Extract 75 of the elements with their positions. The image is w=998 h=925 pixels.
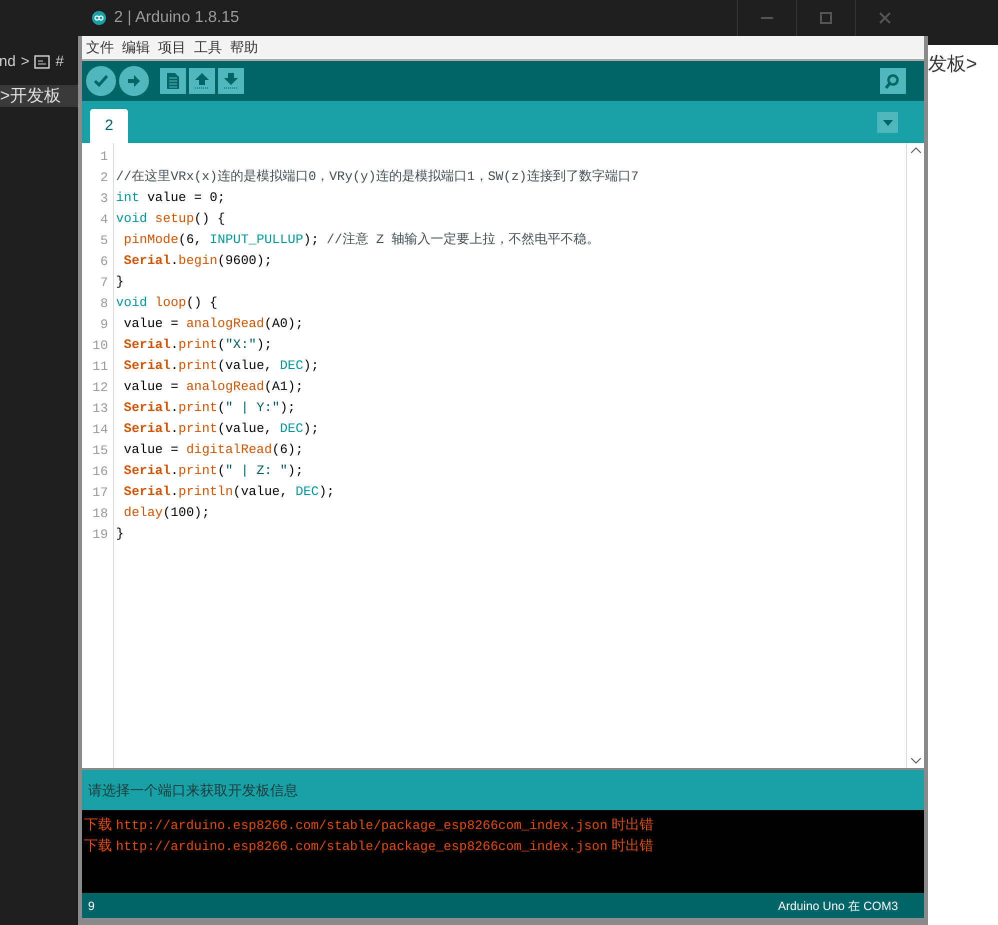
code-line: delay(100);	[122, 505, 210, 520]
menu-item[interactable]: 文件	[86, 37, 114, 58]
line-number: 9	[100, 317, 108, 332]
code-line: }	[116, 526, 124, 541]
code-line: pinMode(6, INPUT_PULLUP); //注意 Z 轴输入一定要上拉，不然电平不稳。	[122, 232, 600, 247]
serial-monitor-button[interactable]	[880, 68, 906, 94]
code-line: Serial.print(" | Z: ");	[122, 463, 304, 478]
code-line: int value = 0;	[116, 190, 226, 205]
menu-item[interactable]: 帮助	[230, 37, 258, 58]
code-line: void loop() {	[116, 295, 218, 310]
code-line: //在这里VRx(x)连的是模拟端口0，VRy(y)连的是模拟端口1，SW(z)连接到了数字端口7	[116, 169, 639, 184]
minimize-icon	[761, 16, 773, 20]
line-indicator: 9	[88, 898, 95, 914]
line-number: 17	[92, 485, 108, 500]
code-line: value = analogRead(A1);	[122, 379, 304, 394]
code-line: Serial.print(value, DEC);	[122, 421, 319, 436]
line-number: 19	[92, 527, 108, 542]
code-line: Serial.println(value, DEC);	[122, 484, 334, 499]
save-button[interactable]	[218, 68, 244, 94]
close-icon	[879, 12, 891, 24]
file-tab[interactable]: 2	[90, 109, 128, 143]
line-number: 2	[100, 170, 108, 185]
arduino-logo-icon	[92, 11, 106, 25]
caret-icon	[882, 120, 892, 126]
console-line: 下载 http://arduino.esp8266.com/stable/package_esp8266com_index.json 时出错	[84, 837, 654, 853]
line-number: 7	[100, 275, 108, 290]
code-line: Serial.print(" | Y:");	[122, 400, 296, 415]
verify-button[interactable]	[86, 66, 116, 96]
line-number: 12	[92, 380, 108, 395]
maximize-icon	[820, 12, 832, 24]
line-number: 8	[100, 296, 108, 311]
console-line: 下载 http://arduino.esp8266.com/stable/package_esp8266com_index.json 时出错	[84, 816, 654, 832]
code-line: }	[116, 274, 124, 289]
open-button[interactable]	[189, 68, 215, 94]
code-line: Serial.begin(9600);	[122, 253, 272, 268]
tab-menu-button[interactable]	[877, 112, 898, 133]
upload-button[interactable]	[119, 66, 149, 96]
code-line: Serial.print("X:");	[122, 337, 272, 352]
menu-item[interactable]: 工具	[194, 37, 222, 58]
line-number: 18	[92, 506, 108, 521]
code-line: value = digitalRead(6);	[122, 442, 304, 457]
checkmark-icon	[93, 74, 109, 88]
scroll-down-icon[interactable]	[910, 758, 920, 764]
line-number: 16	[92, 464, 108, 479]
down-arrow-icon	[223, 72, 239, 90]
line-number: 11	[92, 359, 108, 374]
code-line: Serial.print(value, DEC);	[122, 358, 319, 373]
right-arrow-icon	[127, 74, 141, 88]
text-box-icon	[34, 55, 50, 69]
new-file-button[interactable]	[160, 68, 186, 94]
line-number: 13	[92, 401, 108, 416]
menu-item[interactable]: 编辑	[122, 37, 150, 58]
breadcrumb-text: nd	[0, 52, 16, 72]
code-line: value = analogRead(A0);	[122, 316, 304, 331]
up-arrow-icon	[194, 72, 210, 90]
line-number: 3	[100, 191, 108, 206]
line-number: 15	[92, 443, 108, 458]
scrollbar[interactable]	[906, 143, 924, 768]
line-number: 10	[92, 338, 108, 353]
menu-item[interactable]: 项目	[158, 37, 186, 58]
background-text: 发板>	[928, 54, 978, 75]
scroll-up-icon[interactable]	[910, 147, 920, 153]
line-number: 5	[100, 233, 108, 248]
line-number: 4	[100, 212, 108, 227]
status-message: 请选择一个端口来获取开发板信息	[88, 780, 298, 800]
document-icon	[166, 72, 180, 90]
code-line: void setup() {	[116, 211, 226, 226]
line-number: 14	[92, 422, 108, 437]
breadcrumb-separator: >	[20, 52, 30, 72]
line-number: 1	[100, 149, 108, 164]
line-number: 6	[100, 254, 108, 269]
breadcrumb-text: #	[55, 52, 64, 72]
window-title: 2 | Arduino 1.8.15	[114, 8, 240, 28]
board-indicator: Arduino Uno 在 COM3	[778, 898, 898, 914]
background-text: >开发板	[0, 86, 61, 105]
